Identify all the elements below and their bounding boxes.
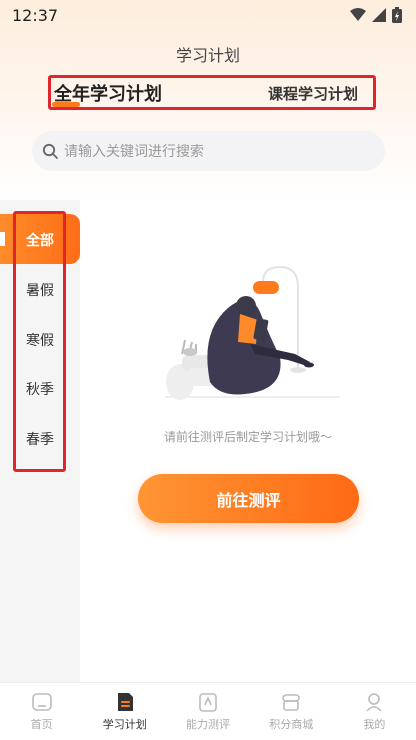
tab-course-plan[interactable]: 课程学习计划 xyxy=(268,83,358,104)
nav-item-assessment[interactable]: 能力测评 xyxy=(166,683,249,740)
nav-label-profile: 我的 xyxy=(363,718,386,731)
page-title: 学习计划 xyxy=(175,46,240,65)
sidebar-active-marker xyxy=(0,232,5,246)
search-placeholder: 请输入关键词进行搜索 xyxy=(64,144,204,160)
status-icons xyxy=(350,7,402,23)
status-time: 12:37 xyxy=(12,5,59,25)
search-input[interactable]: 请输入关键词进行搜索 xyxy=(32,131,385,171)
nav-label-points-mall: 积分商城 xyxy=(269,718,314,731)
active-tab-indicator xyxy=(52,102,80,107)
search-icon xyxy=(42,143,58,159)
nav-label-study-plan: 学习计划 xyxy=(102,718,147,731)
sidebar-highlight-box xyxy=(13,211,66,472)
signal-icon xyxy=(372,8,386,22)
nav-item-study-plan[interactable]: 学习计划 xyxy=(83,683,166,740)
nav-label-home: 首页 xyxy=(30,718,53,731)
nav-label-assessment: 能力测评 xyxy=(186,718,230,731)
nav-item-profile[interactable]: 我的 xyxy=(333,683,416,740)
nav-item-points-mall[interactable]: 积分商城 xyxy=(250,683,333,740)
profile-icon xyxy=(366,693,383,712)
status-bar: 12:37 xyxy=(0,0,416,30)
points-mall-icon xyxy=(282,694,301,711)
study-plan-icon xyxy=(117,693,133,711)
assessment-icon xyxy=(199,693,217,712)
wifi-icon xyxy=(350,8,366,21)
battery-icon xyxy=(392,7,402,23)
nav-item-home[interactable]: 首页 xyxy=(0,683,83,740)
empty-state-hint: 请前往测评后制定学习计划哦～ xyxy=(163,430,332,444)
go-assessment-button[interactable]: 前往测评 xyxy=(138,474,359,523)
bottom-navigation: 首页 学习计划 能力测评 积分商城 我的 xyxy=(0,682,416,740)
home-icon xyxy=(31,693,52,711)
empty-state-illustration xyxy=(165,265,340,400)
